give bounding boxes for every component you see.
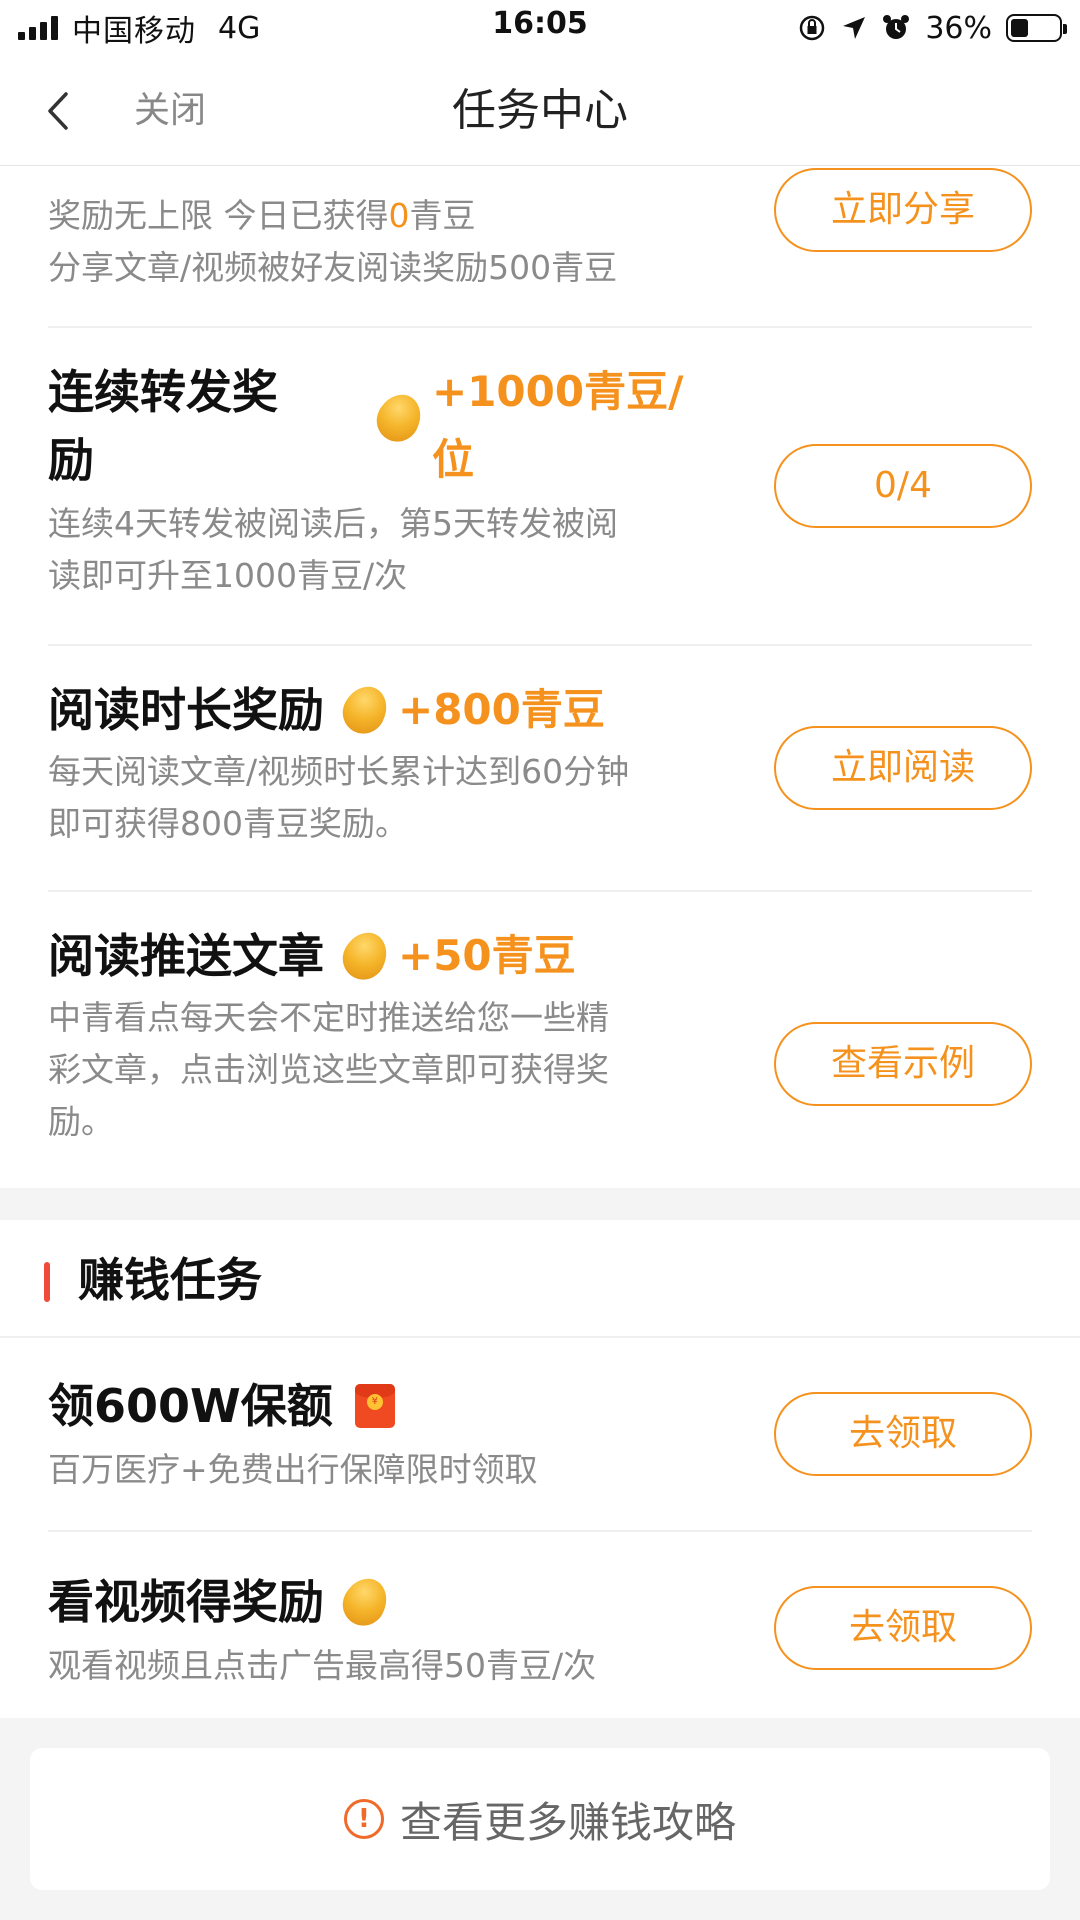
- task-reward: +1000青豆/ 位: [358, 358, 683, 494]
- task-insurance: 领600W保额 百万医疗+免费出行保障限时领取 去领取: [48, 1338, 1032, 1532]
- guide-label: 查看更多赚钱攻略: [399, 1797, 736, 1847]
- task-push-articles: 阅读推送文章 +50青豆 中青看点每天会不定时推送给您一些精 彩文章，点击浏览这…: [48, 892, 1032, 1188]
- claim-insurance-button[interactable]: 去领取: [774, 1392, 1032, 1476]
- task-title: 阅读推送文章: [48, 929, 324, 983]
- bean-icon: [369, 386, 429, 450]
- task-title: 阅读时长奖励: [48, 683, 324, 737]
- task-reading-duration: 阅读时长奖励 +800青豆 每天阅读文章/视频时长累计达到60分钟 即可获得80…: [48, 646, 1032, 892]
- more-guides-button[interactable]: ! 查看更多赚钱攻略: [30, 1748, 1050, 1890]
- view-example-button[interactable]: 查看示例: [774, 1022, 1032, 1106]
- task-list: 奖励无上限 今日已获得0青豆 分享文章/视频被好友阅读奖励500青豆 立即分享 …: [0, 166, 1080, 1724]
- task-title: 连续转发奖 励: [48, 365, 278, 487]
- orientation-lock-icon: [800, 15, 825, 41]
- today-earned-count: 0: [388, 196, 410, 235]
- location-icon: [843, 17, 866, 39]
- forward-progress-button[interactable]: 0/4: [774, 444, 1032, 528]
- section-divider: [0, 1188, 1080, 1220]
- task-center-page: 中国移动 4G 16:05 36% 关闭 任务中心 奖励无上限 今日已获得0青豆…: [0, 0, 1080, 1920]
- bean-icon: [335, 924, 395, 988]
- task-share: 奖励无上限 今日已获得0青豆 分享文章/视频被好友阅读奖励500青豆 立即分享: [48, 166, 1032, 328]
- bean-icon: [335, 1570, 395, 1634]
- bean-icon: [335, 678, 395, 742]
- task-title: 领600W保额: [48, 1379, 333, 1433]
- status-right: 36%: [797, 8, 1067, 48]
- battery-icon: [1006, 14, 1067, 42]
- task-reward: +800青豆: [398, 685, 605, 734]
- task-reward: +50青豆: [398, 931, 576, 980]
- exclamation-circle-icon: !: [343, 1799, 384, 1839]
- task-title: 看视频得奖励: [48, 1575, 324, 1629]
- alarm-icon: [883, 15, 910, 39]
- red-packet-icon: [354, 1384, 395, 1428]
- claim-video-reward-button[interactable]: 去领取: [774, 1586, 1032, 1670]
- battery-fill: [1011, 19, 1028, 37]
- nav-bar: 关闭 任务中心: [0, 56, 1080, 166]
- section-title: 赚钱任务: [78, 1253, 262, 1307]
- status-bar: 中国移动 4G 16:05 36%: [0, 0, 1080, 56]
- page-title: 任务中心: [452, 85, 628, 136]
- task-watch-video: 看视频得奖励 观看视频且点击广告最高得50青豆/次 去领取: [48, 1532, 1032, 1724]
- task-continuous-forward: 连续转发奖 励 +1000青豆/ 位 连续4天转发被阅读后，第5天转发被阅 读即…: [48, 328, 1032, 646]
- task-desc-line2: 读即可升至1000青豆/次: [48, 556, 408, 595]
- read-now-button[interactable]: 立即阅读: [774, 726, 1032, 810]
- battery-percent: 36%: [925, 10, 992, 46]
- footer-area: ! 查看更多赚钱攻略: [0, 1718, 1080, 1920]
- share-now-button[interactable]: 立即分享: [774, 168, 1032, 252]
- earn-section-header: 赚钱任务: [0, 1220, 1080, 1338]
- section-accent-bar: [44, 1262, 50, 1302]
